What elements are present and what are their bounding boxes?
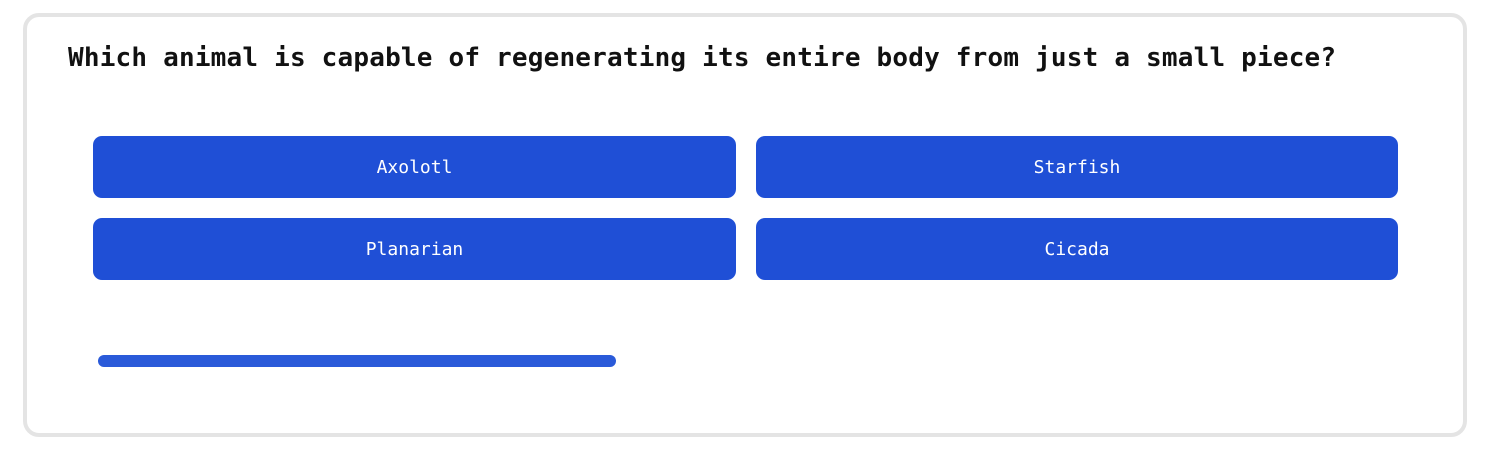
answer-option-cicada[interactable]: Cicada (756, 218, 1398, 280)
answer-option-starfish[interactable]: Starfish (756, 136, 1398, 198)
question-text: Which animal is capable of regenerating … (68, 43, 1337, 73)
answer-grid: Axolotl Starfish Planarian Cicada (93, 136, 1398, 280)
quiz-card: Which animal is capable of regenerating … (23, 13, 1467, 437)
answer-option-axolotl[interactable]: Axolotl (93, 136, 736, 198)
timer-progress-bar (98, 355, 1394, 367)
timer-progress-fill (98, 355, 617, 367)
answer-option-planarian[interactable]: Planarian (93, 218, 736, 280)
